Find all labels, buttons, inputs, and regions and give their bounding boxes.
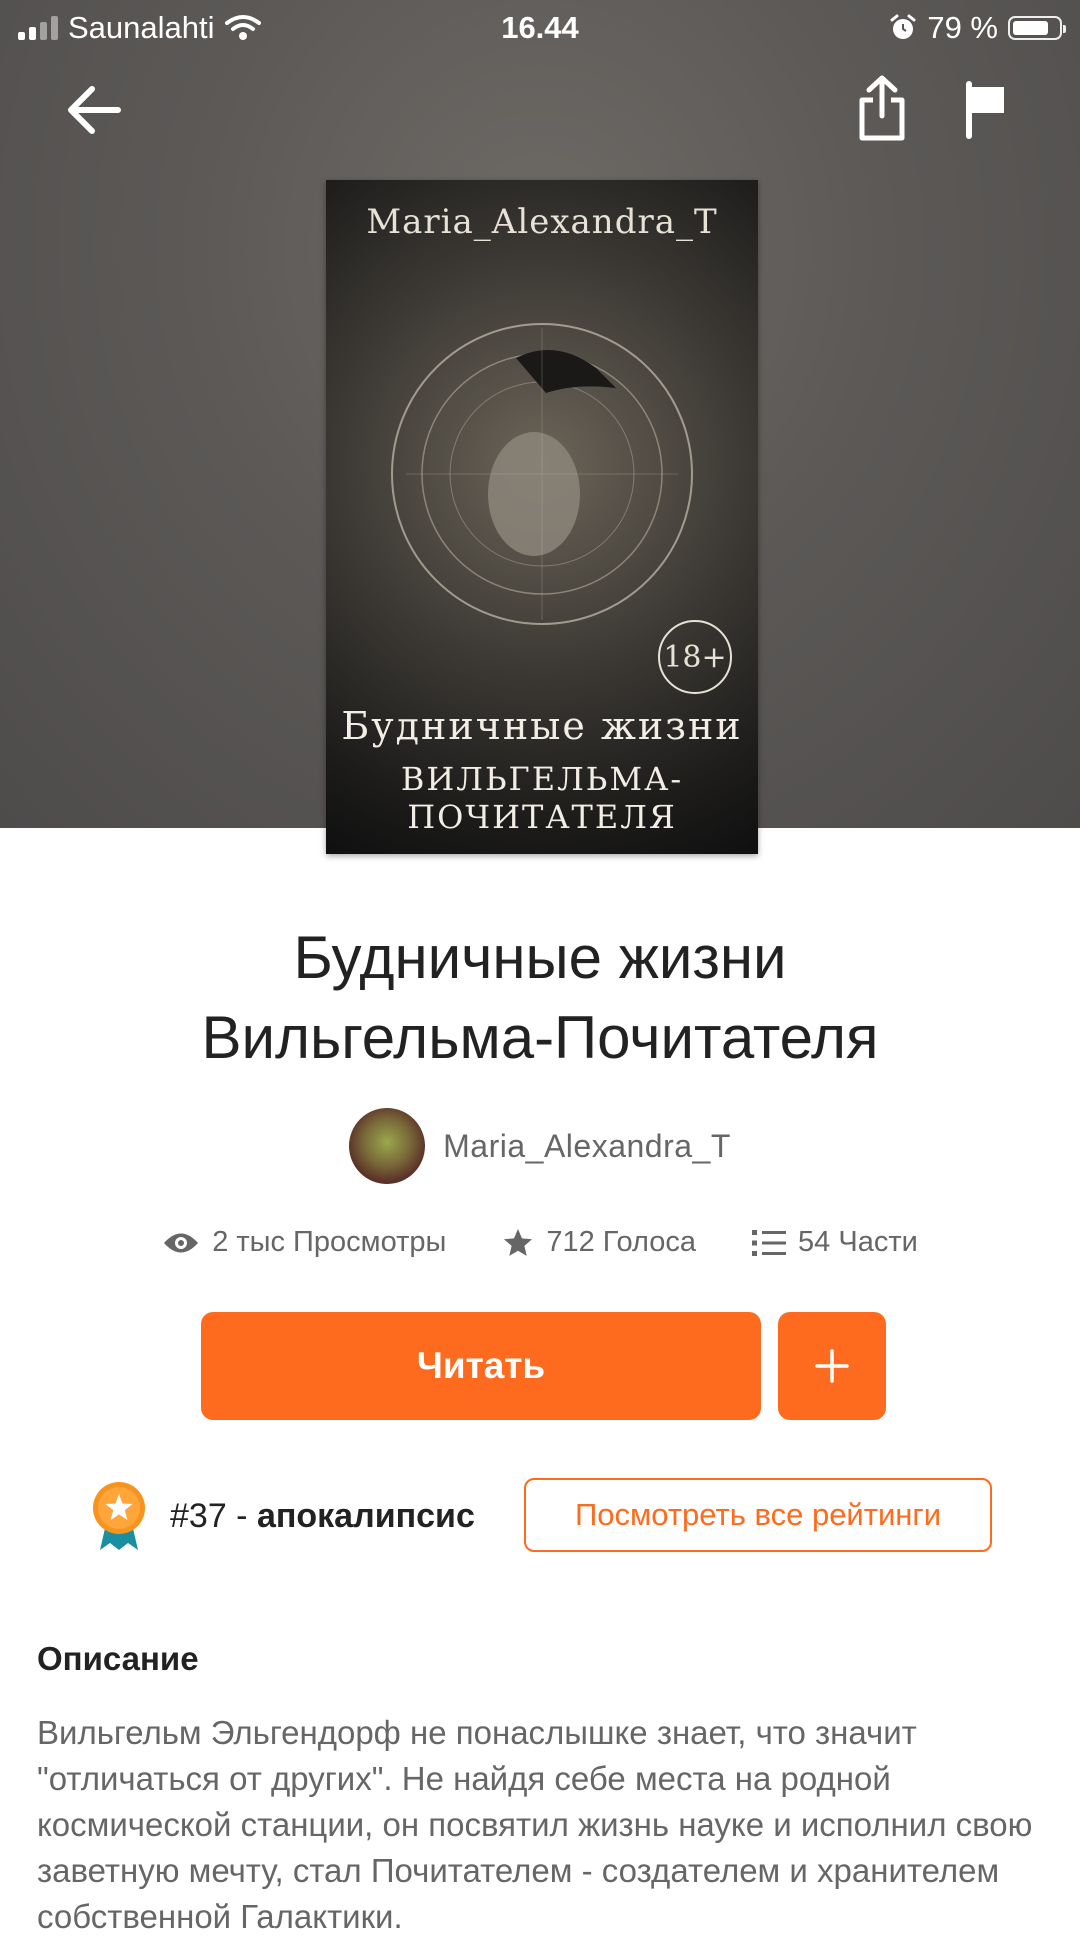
parts-stat[interactable]: 54 Части	[752, 1226, 918, 1259]
book-cover[interactable]: Maria_Alexandra_T 18+ Будничные жизни ВИ…	[326, 180, 758, 854]
share-button[interactable]	[850, 75, 914, 141]
back-button[interactable]	[62, 78, 126, 142]
votes-label: 712 Голоса	[546, 1226, 697, 1258]
story-title: Будничные жизни Вильгельма-Почитателя	[0, 918, 1080, 1078]
list-icon	[752, 1229, 787, 1256]
alarm-icon	[890, 14, 916, 39]
votes-stat: 712 Голоса	[502, 1226, 696, 1259]
views-label: 2 тыс Просмотры	[212, 1226, 447, 1258]
views-stat: 2 тыс Просмотры	[162, 1226, 446, 1259]
cover-author-text: Maria_Alexandra_T	[366, 202, 718, 242]
cover-clock-art	[391, 323, 693, 625]
story-title-line2: Вильгельма-Почитателя	[201, 1004, 879, 1071]
rank-tag: апокалипсис	[256, 1496, 475, 1535]
plus-icon	[815, 1349, 849, 1383]
back-arrow-icon	[68, 86, 121, 134]
author-link[interactable]: Maria_Alexandra_T	[0, 1108, 1080, 1184]
star-icon	[504, 1228, 533, 1256]
description-text: Вильгельм Эльгендорф не понаслышке знает…	[37, 1714, 1033, 1935]
ranking-badge: #37 - апокалипсис	[90, 1478, 475, 1554]
flag-icon	[966, 81, 1004, 139]
read-button[interactable]: Читать	[201, 1312, 761, 1420]
parts-label: 54 Части	[798, 1226, 918, 1258]
story-title-line1: Будничные жизни	[293, 924, 787, 991]
add-to-library-button[interactable]	[778, 1312, 886, 1420]
rank-text: #37 - апокалипсис	[170, 1497, 475, 1536]
description-heading: Описание	[37, 1640, 199, 1677]
share-icon	[859, 75, 905, 141]
ribbon-star-icon	[93, 1482, 145, 1550]
cover-age-rating: 18+	[658, 620, 732, 694]
eye-icon	[164, 1233, 199, 1252]
view-all-rankings-button[interactable]: Посмотреть все рейтинги	[524, 1478, 992, 1552]
rank-number: #37 -	[170, 1496, 248, 1535]
author-name[interactable]: Maria_Alexandra_T	[443, 1128, 731, 1165]
story-stats: 2 тыс Просмотры 712 Голоса 54 Части	[0, 1226, 1080, 1259]
avatar[interactable]	[349, 1108, 426, 1184]
cover-title-line2: ВИЛЬГЕЛЬМА-ПОЧИТАТЕЛЯ	[400, 760, 684, 836]
status-bar: Saunalahti 16.44 79 %	[0, 0, 1080, 56]
cover-title-line1: Будничные жизни	[341, 704, 743, 748]
battery-icon	[1008, 16, 1066, 40]
report-button[interactable]	[954, 78, 1018, 142]
battery-percent: 79 %	[927, 10, 998, 45]
